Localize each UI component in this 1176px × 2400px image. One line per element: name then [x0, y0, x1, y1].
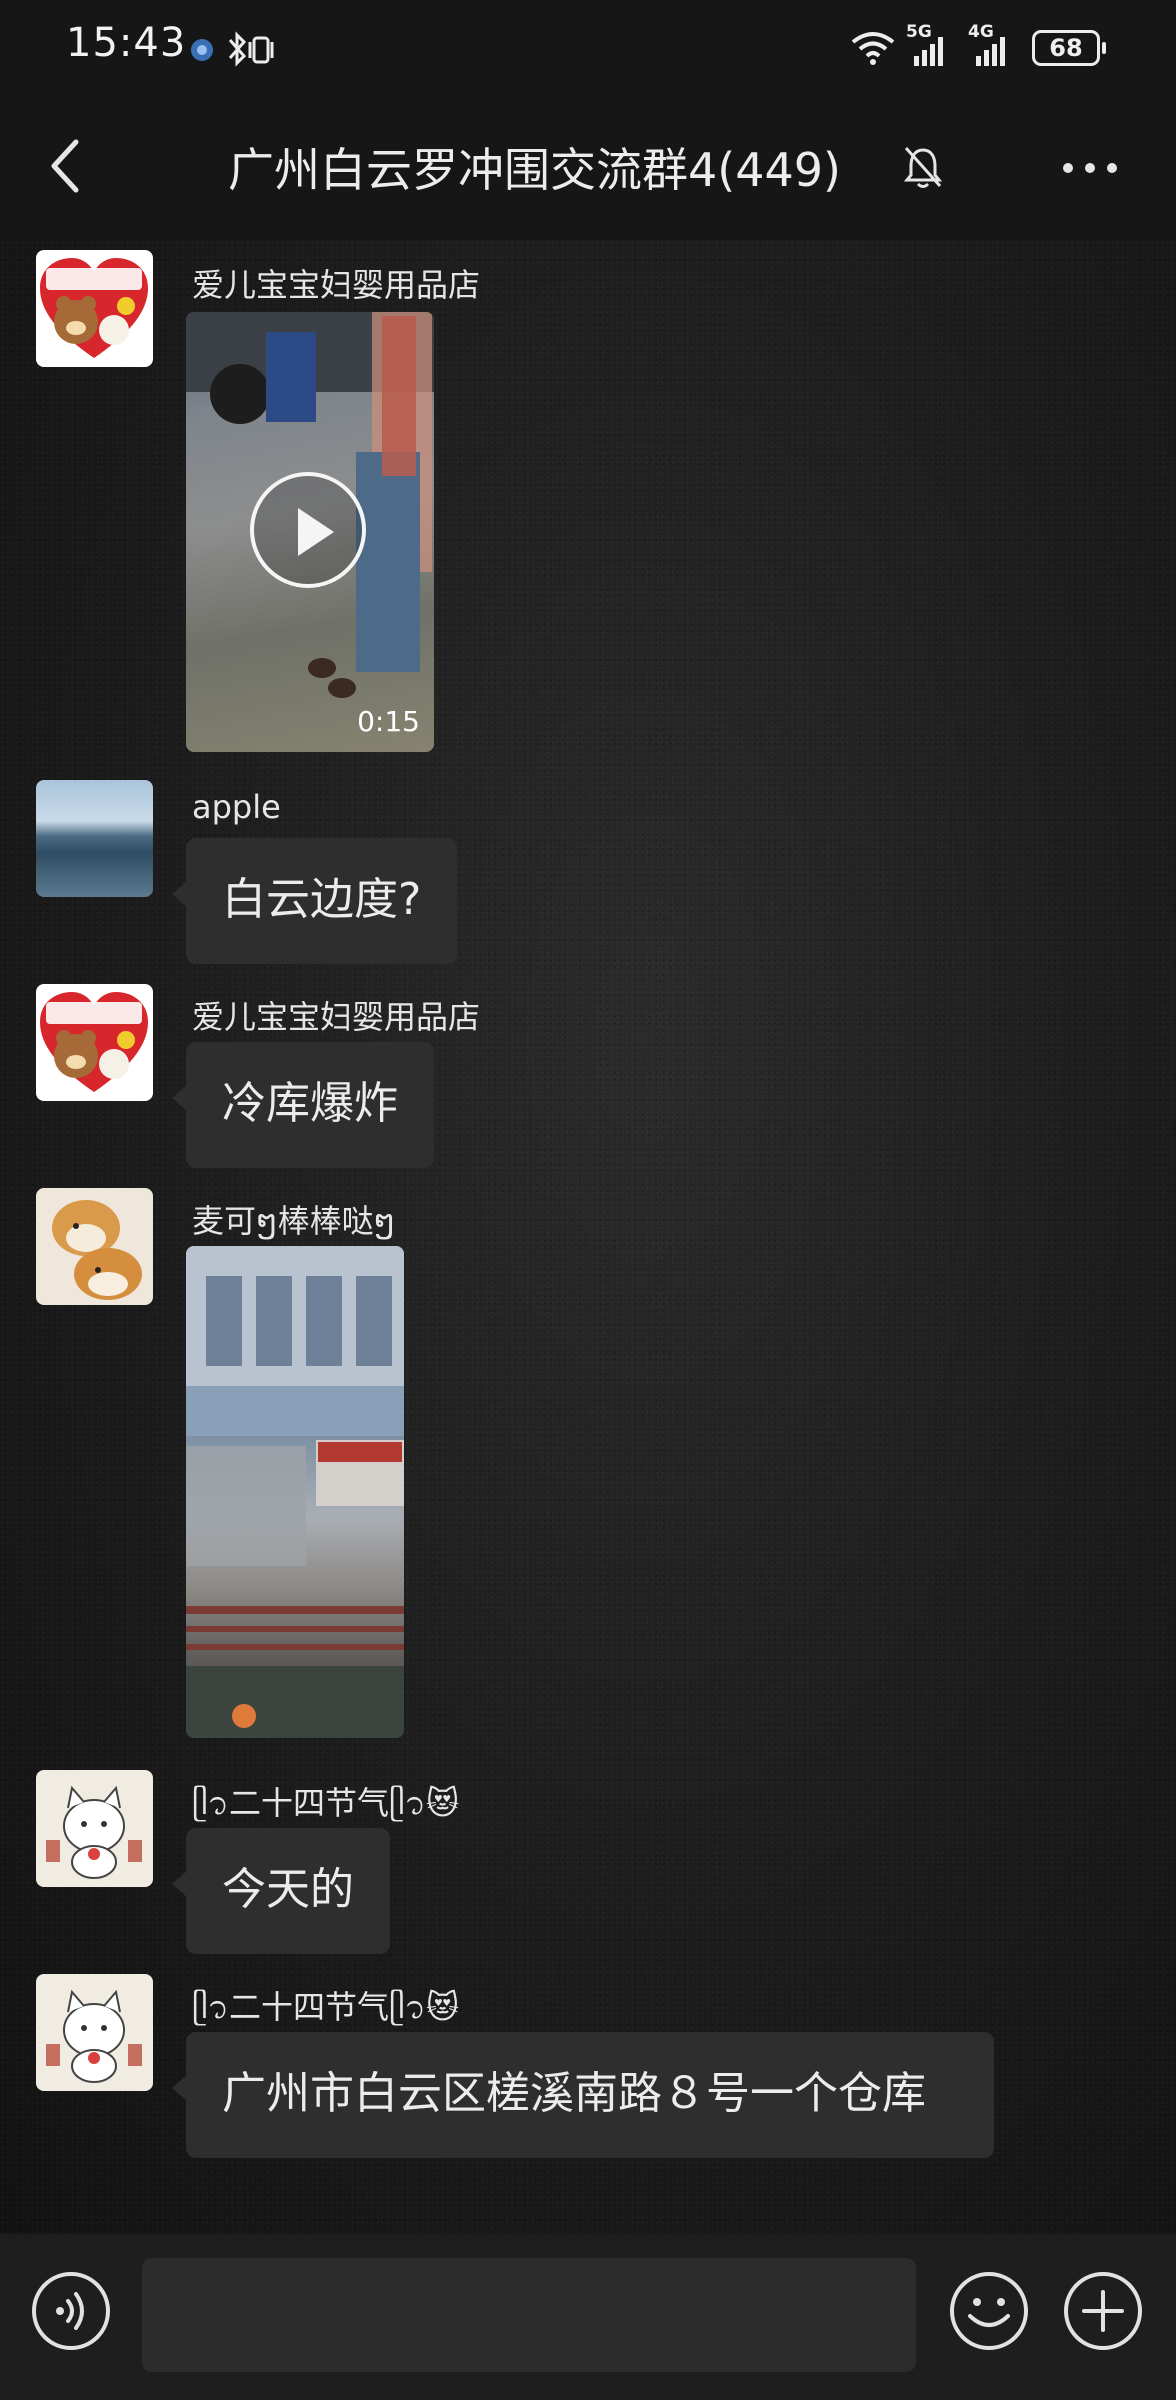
- message-input[interactable]: [142, 2258, 916, 2372]
- more-dots-icon[interactable]: [1060, 154, 1120, 182]
- avatar[interactable]: [36, 250, 153, 367]
- text-message-bubble[interactable]: 广州市白云区槎溪南路８号一个仓库: [172, 2032, 994, 2158]
- avatar[interactable]: [36, 1974, 153, 2091]
- voice-icon[interactable]: [30, 2270, 112, 2352]
- text-message-bubble[interactable]: 白云边度?: [171, 838, 458, 964]
- text-message-bubble[interactable]: 冷库爆炸: [172, 1042, 434, 1168]
- sender-name: 爱儿宝宝妇婴用品店: [192, 266, 481, 304]
- battery-indicator: 68: [1032, 30, 1106, 66]
- emoji-icon[interactable]: [948, 2270, 1030, 2352]
- video-message[interactable]: [186, 1246, 404, 1738]
- chat-message-list[interactable]: 爱儿宝宝妇婴用品店 0:15 apple 白云边度? 爱儿宝宝妇婴用品店 冷库爆…: [0, 240, 1176, 2234]
- plus-icon[interactable]: [1062, 2270, 1144, 2352]
- notification-icon: [191, 39, 213, 61]
- signal-4g-icon: [976, 37, 1005, 66]
- video-message[interactable]: 0:15: [186, 312, 434, 752]
- video-duration: 0:15: [357, 705, 420, 738]
- signal-5g-icon: [914, 37, 943, 66]
- sender-name: 爱儿宝宝妇婴用品店: [192, 998, 481, 1036]
- play-icon[interactable]: [250, 472, 366, 588]
- text-message-bubble[interactable]: 今天的: [172, 1828, 390, 1954]
- avatar[interactable]: [36, 1188, 153, 1305]
- message-input-bar: [0, 2234, 1176, 2400]
- bluetooth-vibrate-icon: [228, 31, 274, 67]
- status-bar: 15:43 5G 4G 68: [0, 0, 1176, 96]
- avatar[interactable]: [36, 1770, 153, 1887]
- wifi-icon: [851, 32, 895, 65]
- sender-name: apple: [192, 788, 281, 826]
- avatar[interactable]: [36, 984, 153, 1101]
- sender-name: 麦可ໆ棒棒哒ໆ: [192, 1202, 396, 1240]
- chevron-left-icon[interactable]: [40, 136, 90, 196]
- status-time: 15:43: [66, 20, 187, 66]
- chat-header: 广州白云罗冲围交流群4(449): [0, 96, 1176, 240]
- bell-off-icon: [903, 146, 943, 188]
- avatar[interactable]: [36, 780, 153, 897]
- page-title: 广州白云罗冲围交流群4(449): [228, 143, 841, 197]
